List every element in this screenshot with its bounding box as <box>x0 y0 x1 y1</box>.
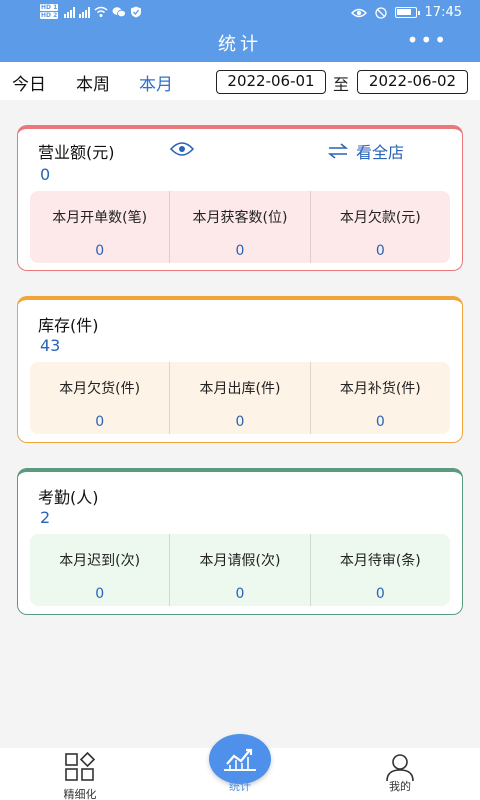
stat-customers[interactable]: 本月获客数(位) 0 <box>169 191 309 263</box>
stat-value: 0 <box>235 414 245 430</box>
hd-badge: HD 1 HD 2 <box>40 4 59 20</box>
eye-icon <box>350 8 367 17</box>
inventory-stats-panel: 本月欠货(件) 0 本月出库(件) 0 本月补货(件) 0 <box>30 362 450 434</box>
stat-label: 本月出库(件) <box>199 381 281 397</box>
nav-profile[interactable]: 我的 <box>360 748 440 800</box>
attendance-stats-panel: 本月迟到(次) 0 本月请假(次) 0 本月待审(条) 0 <box>30 534 450 606</box>
clock: 17:45 <box>424 5 462 20</box>
title-bar: 统计 ••• <box>0 28 480 62</box>
stat-value: 0 <box>375 414 385 430</box>
shield-icon <box>131 6 142 18</box>
view-all-stores-button[interactable]: 看全店 <box>328 139 404 163</box>
nav-statistics-button[interactable] <box>209 734 271 784</box>
nav-refine-label: 精细化 <box>63 788 97 800</box>
inventory-title: 库存(件) <box>38 316 99 335</box>
tab-today[interactable]: 今日 <box>12 70 46 95</box>
stat-label: 本月待审(条) <box>339 553 421 569</box>
chart-icon <box>224 748 256 771</box>
revenue-card: 营业额(元) 看全店 0 本月开单数(笔) 0 本月获客数(位) 0 本月欠款(元)… <box>17 125 463 271</box>
status-indicators: HD 1 HD 2 <box>40 4 142 20</box>
revenue-value: 0 <box>40 165 51 184</box>
stat-label: 本月请假(次) <box>199 553 281 569</box>
stat-backorder[interactable]: 本月欠货(件) 0 <box>30 362 169 434</box>
stat-value: 0 <box>95 586 105 602</box>
eye-icon[interactable] <box>170 141 194 157</box>
status-right: 17:45 <box>350 5 462 20</box>
stat-label: 本月欠货(件) <box>59 381 141 397</box>
stat-outbound[interactable]: 本月出库(件) 0 <box>169 362 309 434</box>
signal-icon <box>64 6 76 18</box>
wechat-icon <box>112 7 127 18</box>
inventory-value: 43 <box>40 336 61 355</box>
revenue-title: 营业额(元) <box>38 143 115 162</box>
hd1-label: HD 1 <box>40 4 59 11</box>
hd2-label: HD 2 <box>40 12 59 19</box>
more-dots-icon[interactable]: ••• <box>407 28 448 52</box>
date-range-separator: 至 <box>333 75 350 94</box>
mute-icon <box>374 6 387 19</box>
stat-restock[interactable]: 本月补货(件) 0 <box>309 362 450 434</box>
stat-late[interactable]: 本月迟到(次) 0 <box>30 534 169 606</box>
stat-leave[interactable]: 本月请假(次) 0 <box>169 534 309 606</box>
battery-icon <box>394 7 420 18</box>
stat-value: 0 <box>375 586 385 602</box>
stat-value: 0 <box>235 243 245 259</box>
nav-refine[interactable]: 精细化 <box>40 748 120 800</box>
attendance-card: 考勤(人) 2 本月迟到(次) 0 本月请假(次) 0 本月待审(条) 0 <box>17 468 463 615</box>
status-bar: HD 1 HD 2 17:45 <box>0 0 480 28</box>
stat-label: 本月补货(件) <box>339 381 421 397</box>
nav-profile-label: 我的 <box>389 780 411 793</box>
attendance-title: 考勤(人) <box>38 488 99 507</box>
stat-label: 本月欠款(元) <box>339 210 421 226</box>
stat-label: 本月获客数(位) <box>192 210 288 226</box>
signal-icon-2 <box>79 6 91 18</box>
stat-debt[interactable]: 本月欠款(元) 0 <box>309 191 450 263</box>
inventory-card: 库存(件) 43 本月欠货(件) 0 本月出库(件) 0 本月补货(件) 0 <box>17 296 463 443</box>
stat-value: 0 <box>235 586 245 602</box>
nav-statistics-label: 统计 <box>229 780 251 793</box>
stat-value: 0 <box>95 414 105 430</box>
tab-this-month[interactable]: 本月 <box>139 70 173 95</box>
stat-orders[interactable]: 本月开单数(笔) 0 <box>30 191 169 263</box>
grid-icon <box>65 752 96 781</box>
attendance-value: 2 <box>40 508 51 527</box>
wifi-icon <box>94 6 108 17</box>
swap-icon <box>328 143 348 159</box>
stat-pending[interactable]: 本月待审(条) 0 <box>309 534 450 606</box>
revenue-stats-panel: 本月开单数(笔) 0 本月获客数(位) 0 本月欠款(元) 0 <box>30 191 450 263</box>
stat-label: 本月开单数(笔) <box>52 210 148 226</box>
view-all-stores-label: 看全店 <box>356 143 405 162</box>
date-filter-bar: 今日 本周 本月 2022-06-01 至 2022-06-02 <box>0 62 480 100</box>
stat-label: 本月迟到(次) <box>59 553 141 569</box>
stat-value: 0 <box>375 243 385 259</box>
start-date-field[interactable]: 2022-06-01 <box>216 70 326 94</box>
tab-this-week[interactable]: 本周 <box>76 70 110 95</box>
end-date-field[interactable]: 2022-06-02 <box>357 70 468 94</box>
stat-value: 0 <box>95 243 105 259</box>
